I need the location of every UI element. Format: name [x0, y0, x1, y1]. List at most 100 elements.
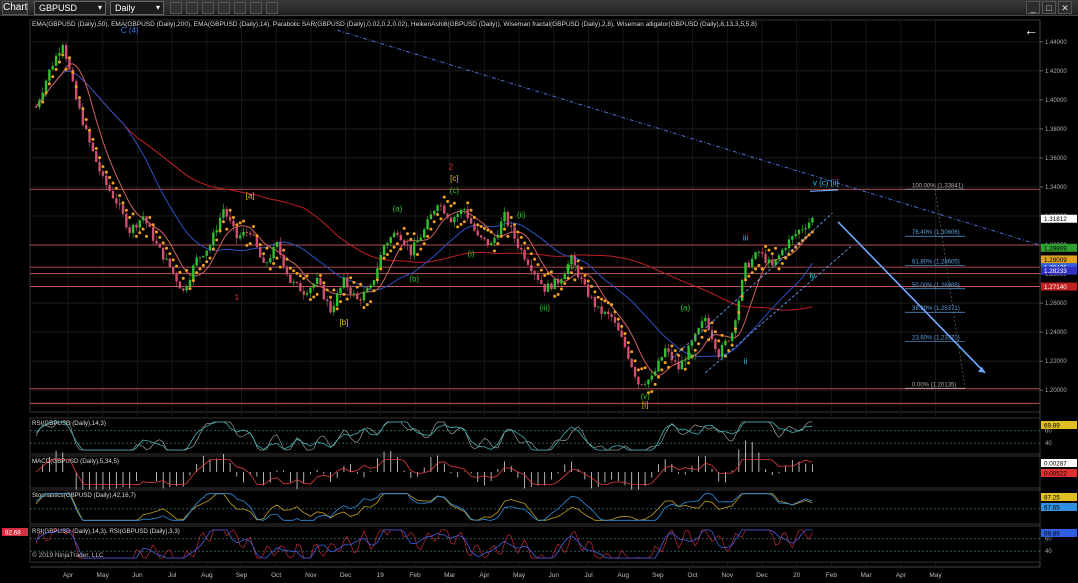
sar-dot	[225, 227, 229, 231]
sar-dot	[318, 274, 322, 278]
timeframe-selector[interactable]: Daily ▾	[110, 1, 164, 15]
sar-dot	[131, 212, 135, 216]
candle-body	[633, 367, 637, 377]
x-tick-label: Dec	[756, 572, 768, 579]
sar-dot	[720, 333, 724, 337]
sar-dot	[636, 368, 640, 372]
back-arrow-icon[interactable]: ←	[1024, 22, 1038, 38]
sar-dot	[245, 243, 249, 247]
candle-body	[610, 314, 613, 318]
candle-body	[463, 209, 466, 210]
candle-body	[282, 254, 285, 267]
properties-icon[interactable]	[266, 2, 278, 14]
price-marker-label: 1.29009	[1044, 257, 1067, 264]
candle-body	[543, 284, 546, 292]
x-tick-label: Jun	[549, 572, 560, 579]
maximize-button[interactable]: □	[1042, 1, 1056, 14]
instrument-selector[interactable]: GBPUSD ▾	[34, 1, 106, 15]
panel-frame	[29, 525, 1041, 563]
sar-dot	[482, 226, 486, 230]
candle-body	[781, 249, 784, 256]
sar-dot	[700, 335, 704, 339]
y-tick-label: 1.36000	[1045, 156, 1067, 162]
sar-dot	[640, 367, 644, 371]
candle-body	[697, 328, 700, 334]
timeframe-label: Daily	[115, 3, 136, 13]
close-button[interactable]: ✕	[1058, 1, 1072, 14]
price-chart[interactable]: EMA(GBPUSD (Daily),50), EMA(GBPUSD (Dail…	[0, 16, 1078, 583]
wave-label: iii	[743, 234, 749, 243]
sar-dot	[469, 208, 473, 212]
candle-body	[426, 219, 429, 230]
sar-dot	[94, 146, 98, 150]
sar-dot	[717, 339, 721, 343]
panel-marker-label: 0.00287	[1044, 461, 1067, 468]
candle-body	[764, 253, 767, 264]
candle-body	[228, 216, 232, 221]
candle-body	[252, 234, 255, 236]
sar-dot	[84, 117, 88, 121]
sar-dot	[673, 349, 677, 353]
sar-dot	[503, 227, 507, 231]
sar-dot	[760, 267, 764, 271]
minimize-button[interactable]: _	[1026, 1, 1040, 14]
candle-body	[362, 292, 366, 301]
sar-dot	[365, 303, 369, 307]
candle-body	[443, 205, 446, 214]
sar-dot	[405, 232, 409, 236]
sar-dot	[44, 91, 48, 95]
candle-body	[48, 69, 51, 81]
sar-dot	[211, 247, 215, 251]
sar-dot	[784, 256, 788, 260]
wave-label: (iii)	[539, 303, 550, 312]
panel-tick: 40	[1045, 549, 1052, 555]
wave-label: i	[711, 330, 713, 339]
candle-body	[667, 348, 670, 352]
y-tick-label: 1.34000	[1045, 185, 1067, 191]
candle-body	[797, 229, 801, 235]
zoom-in-icon[interactable]	[186, 2, 198, 14]
sar-dot	[305, 274, 309, 278]
sar-dot	[108, 176, 112, 180]
sar-dot	[138, 231, 142, 235]
candle-body	[794, 234, 797, 237]
sar-dot	[349, 276, 353, 280]
price-axis[interactable]: 1.44000 1.42000 1.40000 1.38000 1.36000 1.340…	[1039, 20, 1078, 567]
candle-body	[446, 213, 449, 218]
candle-body	[483, 237, 486, 240]
candle-body	[315, 277, 319, 284]
sar-dot	[252, 225, 256, 229]
sar-dot	[606, 301, 610, 305]
panel-marker-label: 67.65	[1044, 505, 1060, 512]
indicator-tool-icon[interactable]	[234, 2, 246, 14]
zoom-out-icon[interactable]	[202, 2, 214, 14]
candle-body	[412, 242, 416, 256]
candle-body	[386, 243, 389, 246]
draw-tool-icon[interactable]	[218, 2, 230, 14]
candle-body	[172, 266, 175, 274]
candle-body	[74, 81, 78, 100]
sar-dot	[362, 305, 366, 309]
sar-dot	[747, 274, 751, 278]
sar-dot	[101, 165, 105, 169]
strategy-tool-icon[interactable]	[250, 2, 262, 14]
candle-body	[473, 223, 476, 231]
chart-tab[interactable]: Chart	[2, 1, 28, 15]
candle-body	[111, 191, 115, 199]
candle-body	[587, 284, 590, 297]
sar-dot	[743, 278, 747, 282]
sar-dot	[442, 195, 446, 199]
x-tick-label: Oct	[688, 572, 698, 579]
wave-label: ii	[744, 357, 748, 366]
wave-label: [a]	[246, 192, 255, 201]
sar-dot	[499, 234, 503, 238]
sar-dot	[650, 390, 654, 394]
sar-dot	[737, 311, 741, 315]
sar-dot	[91, 137, 95, 141]
crosshair-tool-icon[interactable]	[170, 2, 182, 14]
candle-body	[603, 311, 607, 314]
candle-body	[556, 278, 560, 284]
candle-body	[128, 227, 131, 233]
sar-dot	[221, 220, 225, 224]
candle-body	[168, 258, 172, 267]
